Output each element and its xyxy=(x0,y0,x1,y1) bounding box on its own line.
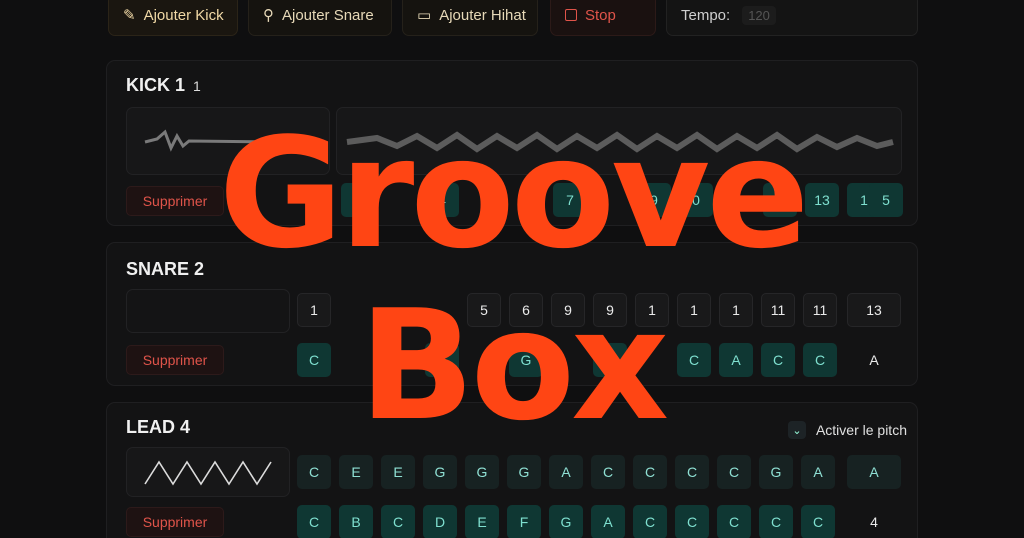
drumstick-icon: ⚲ xyxy=(263,7,274,24)
tempo-control: Tempo: 120 xyxy=(666,0,918,36)
overlay-title-line1: Groove xyxy=(218,105,810,282)
lead-note-cell[interactable]: A xyxy=(549,455,583,489)
lead-note-cell[interactable]: C xyxy=(297,455,331,489)
overlay-title-line2: Box xyxy=(358,277,669,454)
lead-step-cell[interactable]: C xyxy=(717,505,751,538)
lead-step-cell[interactable]: 4 xyxy=(847,505,901,538)
kick-sub: 1 xyxy=(193,78,201,94)
triangle-wave-graphic xyxy=(144,460,272,486)
lead-step-cell[interactable]: C xyxy=(759,505,793,538)
lead-note-cell[interactable]: A xyxy=(847,455,901,489)
lead-note-cell[interactable]: G xyxy=(465,455,499,489)
lead-note-cell[interactable]: G xyxy=(759,455,793,489)
tempo-label: Tempo: xyxy=(681,6,731,24)
add-snare-label: Ajouter Snare xyxy=(282,6,374,24)
lead-delete-button[interactable]: Supprimer xyxy=(126,507,224,537)
lead-step-cell[interactable]: C xyxy=(675,505,709,538)
lead-step-cell[interactable]: G xyxy=(549,505,583,538)
stop-label: Stop xyxy=(585,6,616,24)
kick-title: KICK 1 xyxy=(126,75,186,95)
add-kick-button[interactable]: ✎ Ajouter Kick xyxy=(108,0,238,36)
lead-step-cell[interactable]: A xyxy=(591,505,625,538)
lead-step-cell[interactable]: C xyxy=(801,505,835,538)
add-kick-label: Ajouter Kick xyxy=(143,6,224,24)
pencil-icon: ✎ xyxy=(123,7,136,24)
stop-square-icon xyxy=(565,9,577,21)
cymbal-icon: ▭ xyxy=(417,7,432,24)
stop-button[interactable]: Stop xyxy=(550,0,656,36)
add-snare-button[interactable]: ⚲ Ajouter Snare xyxy=(248,0,392,36)
track-title: KICK 1 1 xyxy=(126,75,201,96)
lead-note-cell[interactable]: C xyxy=(717,455,751,489)
lead-delete-label: Supprimer xyxy=(142,514,208,530)
toolbar: ✎ Ajouter Kick ⚲ Ajouter Snare ▭ Ajouter… xyxy=(106,0,918,36)
lead-note-cell[interactable]: C xyxy=(675,455,709,489)
lead-waveform-preview xyxy=(126,447,290,497)
lead-step-cell[interactable]: E xyxy=(465,505,499,538)
lead-note-cell[interactable]: E xyxy=(339,455,373,489)
lead-note-cell[interactable]: G xyxy=(423,455,457,489)
lead-step-cell[interactable]: D xyxy=(423,505,457,538)
lead-note-cell[interactable]: A xyxy=(801,455,835,489)
tempo-input[interactable]: 120 xyxy=(742,5,776,25)
lead-step-cell[interactable]: C xyxy=(297,505,331,538)
add-hihat-button[interactable]: ▭ Ajouter Hihat xyxy=(402,0,538,36)
add-hihat-label: Ajouter Hihat xyxy=(439,6,526,24)
lead-note-cell[interactable]: C xyxy=(591,455,625,489)
lead-step-cell[interactable]: B xyxy=(339,505,373,538)
lead-step-cell[interactable]: C xyxy=(381,505,415,538)
lead-note-cell[interactable]: G xyxy=(507,455,541,489)
lead-note-cell[interactable]: E xyxy=(381,455,415,489)
lead-step-cell[interactable]: F xyxy=(507,505,541,538)
lead-step-cell[interactable]: C xyxy=(633,505,667,538)
lead-note-cell[interactable]: C xyxy=(633,455,667,489)
